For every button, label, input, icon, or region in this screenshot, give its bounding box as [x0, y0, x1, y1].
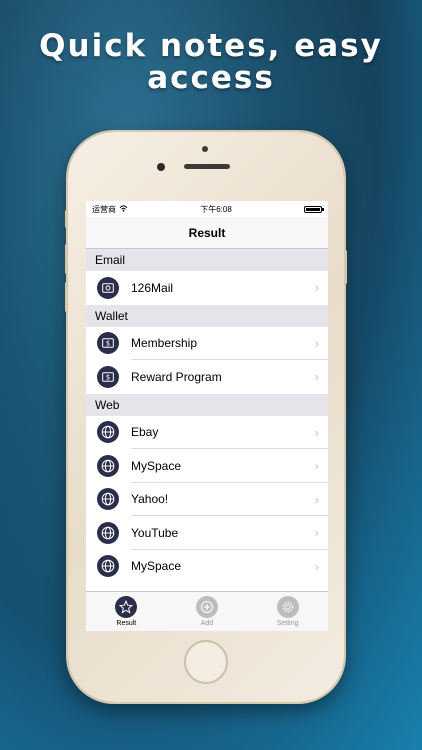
chevron-right-icon: › [314, 369, 319, 385]
list-item-label: MySpace [131, 559, 182, 574]
sensor-dot [202, 146, 208, 152]
add-icon [195, 596, 218, 618]
section-header-web: Web [86, 393, 328, 416]
headline-line-1: Quick notes, easy [39, 28, 383, 64]
mute-switch [65, 210, 68, 228]
carrier-label: 运营商 [92, 204, 116, 214]
section-header-label: Wallet [95, 308, 128, 323]
chevron-right-icon: › [314, 424, 319, 440]
list-item-ebay[interactable]: Ebay › [86, 415, 328, 449]
volume-up-button [65, 244, 68, 274]
list-item-membership[interactable]: $ Membership › [86, 326, 328, 360]
tab-setting[interactable]: Setting [258, 596, 318, 627]
globe-icon [97, 521, 119, 544]
list-item-label: Ebay [131, 425, 159, 440]
wallet-icon: $ [97, 332, 119, 355]
globe-icon [97, 421, 119, 444]
email-icon [97, 276, 119, 299]
svg-text:$: $ [106, 340, 110, 348]
list-item-126mail[interactable]: 126Mail › [86, 271, 328, 305]
chevron-right-icon: › [314, 558, 319, 574]
tab-add[interactable]: Add [177, 596, 237, 627]
chevron-right-icon: › [314, 458, 319, 474]
list-item-label: MySpace [131, 458, 182, 473]
earpiece-speaker [184, 164, 230, 169]
headline-line-2: access [147, 60, 275, 96]
home-button[interactable] [184, 640, 228, 684]
list-item-myspace-2[interactable]: MySpace › [86, 549, 328, 583]
chevron-right-icon: › [314, 491, 319, 507]
list-item-label: 126Mail [131, 280, 174, 295]
nav-bar: Result [86, 217, 328, 249]
tab-result[interactable]: Result [96, 596, 156, 627]
gear-icon [276, 596, 299, 618]
globe-icon [97, 555, 119, 578]
tab-label: Add [200, 620, 214, 627]
section-header-wallet: Wallet [86, 304, 328, 327]
list-item-youtube[interactable]: YouTube › [86, 516, 328, 550]
phone-screen: 运营商 下午6:08 Result Email 126Mail › Wallet… [86, 201, 328, 631]
globe-icon [97, 454, 119, 477]
section-header-email: Email [86, 249, 328, 271]
list-item-label: Reward Program [131, 369, 222, 384]
list-item-reward-program[interactable]: $ Reward Program › [86, 360, 328, 394]
list-item-label: Yahoo! [131, 492, 169, 507]
list-item-label: Membership [131, 336, 198, 351]
chevron-right-icon: › [314, 280, 319, 296]
globe-icon [97, 488, 119, 511]
status-time: 下午6:08 [200, 204, 232, 214]
tab-label: Result [116, 620, 137, 627]
chevron-right-icon: › [314, 525, 319, 541]
section-header-label: Email [95, 253, 126, 267]
wallet-icon: $ [97, 365, 119, 388]
list-item-yahoo[interactable]: Yahoo! › [86, 482, 328, 516]
list-item-myspace[interactable]: MySpace › [86, 449, 328, 483]
marketing-headline: Quick notes, easy access [0, 30, 422, 94]
chevron-right-icon: › [314, 335, 319, 351]
list-item-label: YouTube [131, 525, 179, 540]
battery-icon [303, 205, 324, 213]
front-camera [157, 163, 165, 171]
svg-text:$: $ [106, 373, 110, 381]
power-button [344, 250, 347, 284]
section-header-label: Web [95, 397, 120, 412]
status-bar: 运营商 下午6:08 [86, 201, 328, 217]
star-icon [115, 596, 138, 618]
tab-label: Setting [276, 620, 299, 627]
wifi-icon [119, 204, 128, 214]
volume-down-button [65, 282, 68, 312]
tab-bar: Result Add Setting [86, 591, 328, 631]
nav-title: Result [188, 225, 226, 240]
